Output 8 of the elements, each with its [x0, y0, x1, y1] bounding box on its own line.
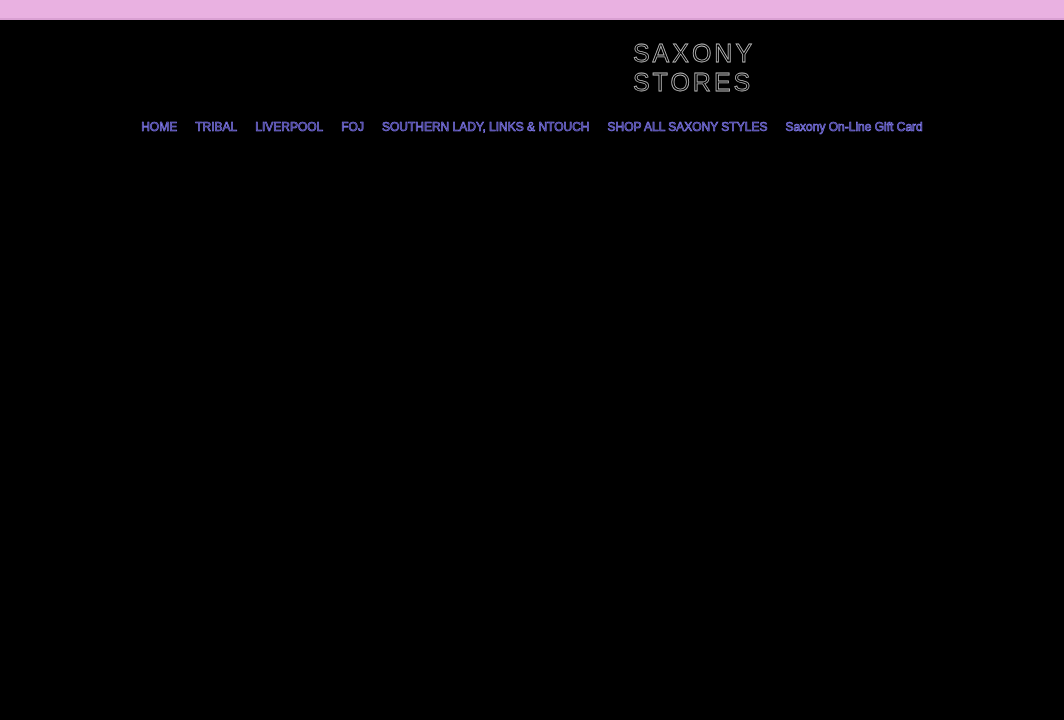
nav-link[interactable]: Saxony On-Line Gift Card [785, 119, 923, 135]
nav-link[interactable]: LIVERPOOL [255, 119, 324, 135]
nav-link[interactable]: TRIBAL [195, 119, 238, 135]
nav-link[interactable]: HOME [141, 119, 178, 135]
nav-link[interactable]: SOUTHERN LADY, LINKS & NTOUCH [381, 119, 590, 135]
nav-link[interactable]: FOJ [341, 119, 364, 135]
store-logo[interactable]: SAXONY STORES [632, 39, 756, 97]
nav-link[interactable]: SHOP ALL SAXONY STYLES [607, 119, 768, 135]
